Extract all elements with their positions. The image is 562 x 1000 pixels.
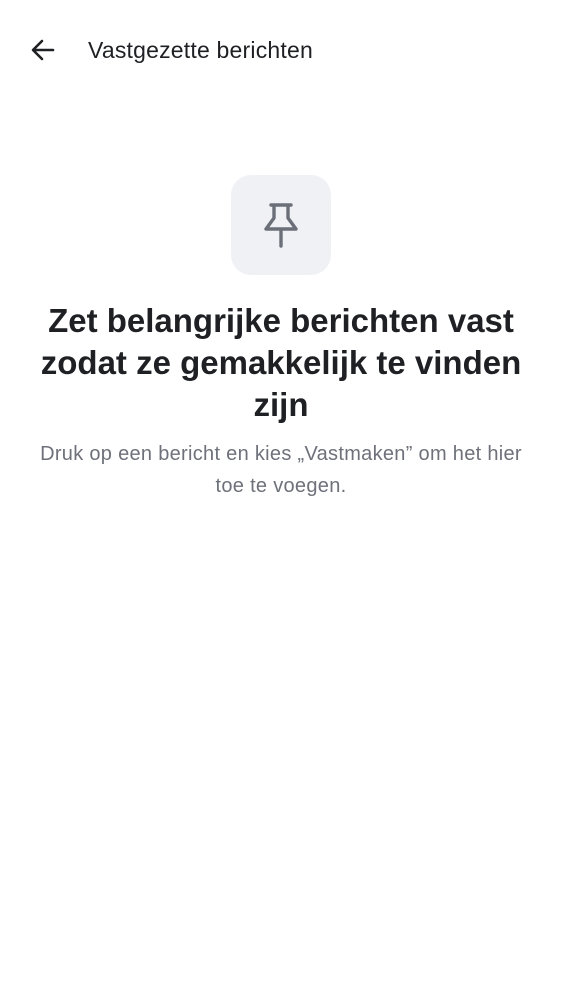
empty-state-heading: Zet belangrijke berichten vast zodat ze … <box>40 302 522 423</box>
empty-state-description: Druk op een bericht en kies „Vastmaken” … <box>40 443 522 497</box>
page-title: Vastgezette berichten <box>88 37 313 63</box>
pushpin-icon <box>264 203 298 248</box>
app-bar: Vastgezette berichten <box>0 0 562 100</box>
pinned-messages-screen: Vastgezette berichten Zet belangrijke be… <box>0 0 562 1000</box>
arrow-left-icon <box>31 39 55 61</box>
back-button[interactable] <box>21 28 65 72</box>
empty-state-icon-tile <box>231 175 331 275</box>
